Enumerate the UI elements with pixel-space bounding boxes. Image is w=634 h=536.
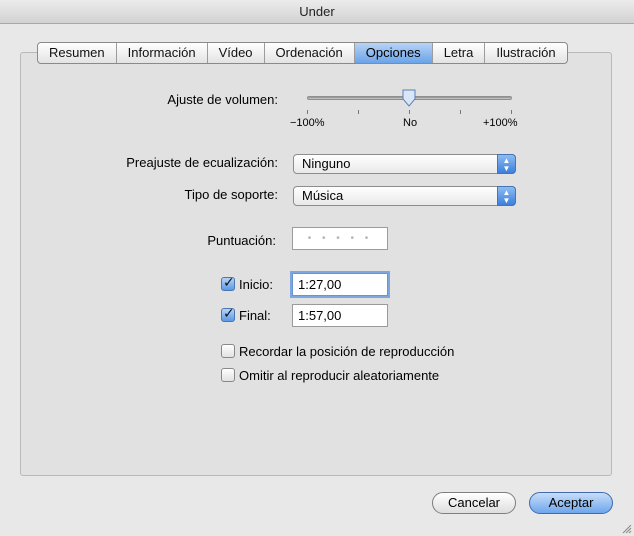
start-label: Inicio: bbox=[239, 277, 273, 292]
volume-tick bbox=[460, 110, 461, 114]
start-time-field[interactable]: 1:27,00 bbox=[292, 273, 388, 296]
tab-ilustracion[interactable]: Ilustración bbox=[485, 43, 566, 63]
media-kind-popup[interactable]: Música ▲ ▼ bbox=[293, 186, 516, 206]
stop-time-field[interactable]: 1:57,00 bbox=[292, 304, 388, 327]
rating-field[interactable]: • • • • • bbox=[292, 227, 388, 250]
options-panel bbox=[20, 52, 612, 476]
volume-tick-max bbox=[511, 110, 512, 114]
check-icon: ✓ bbox=[223, 274, 235, 290]
tab-informacion[interactable]: Información bbox=[117, 43, 208, 63]
ok-button[interactable]: Aceptar bbox=[529, 492, 613, 514]
skip-shuffle-checkbox[interactable] bbox=[221, 368, 235, 382]
popup-arrows-icon: ▲ ▼ bbox=[497, 186, 516, 206]
volume-max-label: +100% bbox=[483, 117, 518, 129]
eq-popup[interactable]: Ninguno ▲ ▼ bbox=[293, 154, 516, 174]
media-kind-value: Música bbox=[302, 188, 344, 203]
stop-checkbox[interactable]: ✓ bbox=[221, 305, 235, 322]
volume-tick-min bbox=[307, 110, 308, 114]
window-titlebar: • • • • • • • • • • • • • • • • • • • • … bbox=[0, 0, 634, 24]
volume-tick bbox=[358, 110, 359, 114]
tab-resumen[interactable]: Resumen bbox=[38, 43, 117, 63]
resize-grip-icon[interactable] bbox=[622, 524, 632, 534]
start-checkbox[interactable]: ✓ bbox=[221, 274, 235, 291]
titlebar-partial-text: • • • • • • • • • • • • • • • • • • • • bbox=[120, 0, 306, 10]
rating-dots: • • • • • bbox=[307, 233, 373, 244]
eq-label: Preajuste de ecualización: bbox=[126, 155, 278, 170]
tab-opciones[interactable]: Opciones bbox=[354, 43, 433, 63]
volume-label: Ajuste de volumen: bbox=[167, 92, 278, 107]
skip-shuffle-label[interactable]: Omitir al reproducir aleatoriamente bbox=[239, 368, 439, 383]
eq-value: Ninguno bbox=[302, 156, 351, 171]
remember-position-label[interactable]: Recordar la posición de reproducción bbox=[239, 344, 454, 359]
stop-label: Final: bbox=[239, 308, 271, 323]
tab-video[interactable]: Vídeo bbox=[208, 43, 265, 63]
volume-min-label: −100% bbox=[290, 117, 325, 129]
popup-arrows-icon: ▲ ▼ bbox=[497, 154, 516, 174]
check-icon: ✓ bbox=[223, 305, 235, 321]
media-kind-label: Tipo de soporte: bbox=[184, 187, 278, 202]
rating-label: Puntuación: bbox=[207, 233, 276, 248]
stop-time-value: 1:57,00 bbox=[298, 308, 342, 323]
volume-tick-mid bbox=[409, 110, 410, 114]
start-time-value: 1:27,00 bbox=[298, 277, 342, 292]
tab-ordenacion[interactable]: Ordenación bbox=[265, 43, 355, 63]
volume-slider-thumb[interactable] bbox=[401, 89, 417, 107]
volume-mid-label: No bbox=[403, 117, 418, 129]
cancel-button[interactable]: Cancelar bbox=[432, 492, 516, 514]
tab-letra[interactable]: Letra bbox=[433, 43, 486, 63]
remember-position-checkbox[interactable] bbox=[221, 344, 235, 358]
tab-bar: Resumen Información Vídeo Ordenación Opc… bbox=[37, 42, 568, 64]
